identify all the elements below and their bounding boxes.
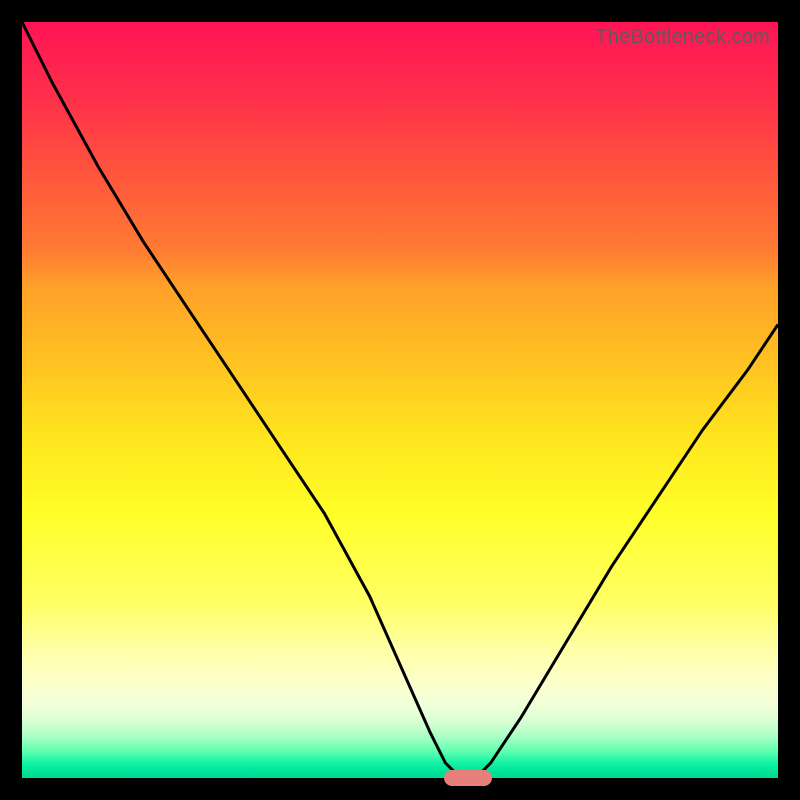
chart-frame: TheBottleneck.com bbox=[0, 0, 800, 800]
curve-path bbox=[22, 22, 778, 778]
plot-area: TheBottleneck.com bbox=[22, 22, 778, 778]
watermark-text: TheBottleneck.com bbox=[595, 26, 770, 49]
optimum-marker bbox=[444, 770, 492, 786]
bottleneck-curve bbox=[22, 22, 778, 778]
